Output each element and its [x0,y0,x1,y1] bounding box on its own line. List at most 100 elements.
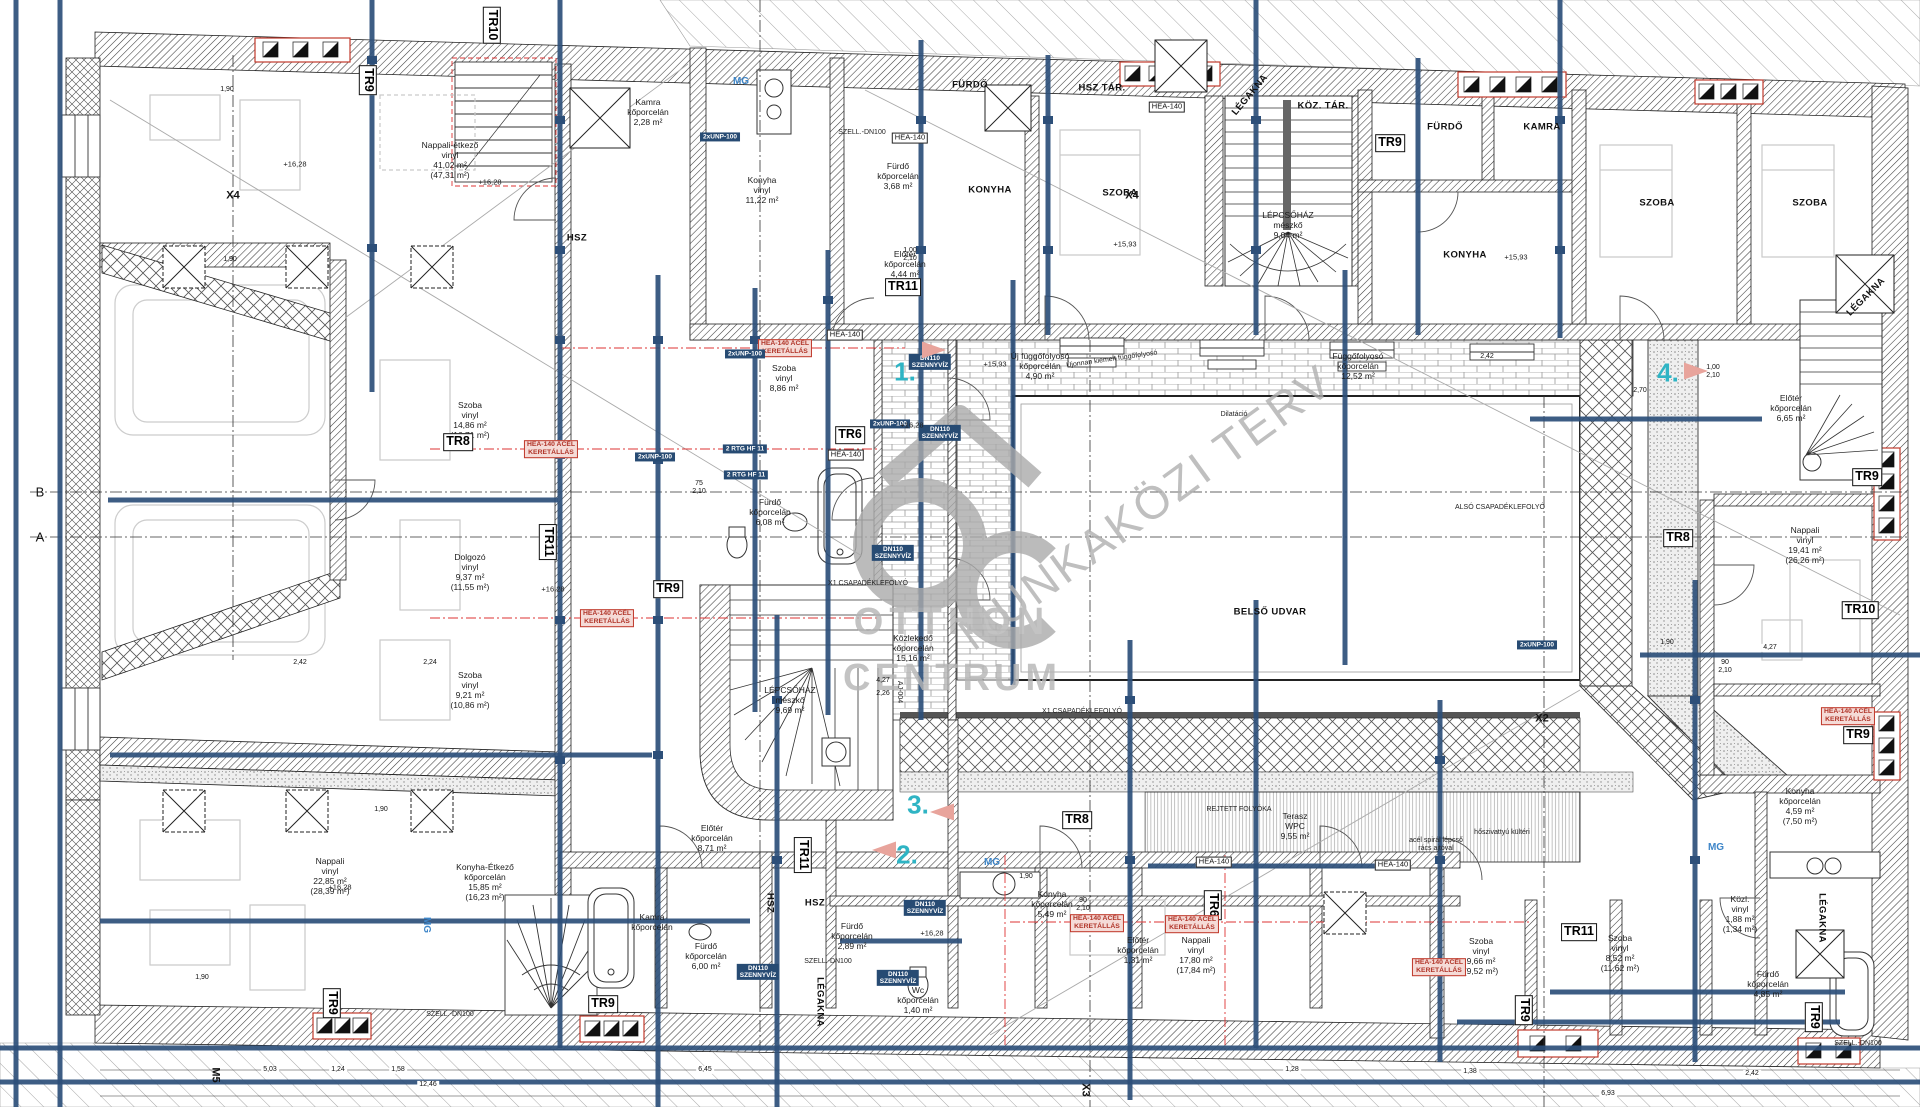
room-label: Új függőfolyosó kőporcelán 4,90 m² [1011,351,1070,381]
pipe-tag: DN110 SZENNYVÍZ [737,964,779,980]
tr-marker: TR9 [323,988,341,1018]
room-name-label: SZOBA [1639,197,1674,208]
pipe-tag: DN110 SZENNYVÍZ [919,425,961,441]
steel-frame-tag: HEA-140 ACÉL KERETÁLLÁS [524,440,578,458]
dimension-text: 75 2,10 [692,480,706,497]
room-name-label: LÉGAKNA [1844,275,1887,318]
dimension-text: 90 2,10 [1718,659,1732,676]
dimension-text: 1,00 2,10 [903,247,917,264]
level-mark: +16,28 [541,586,564,595]
room-label: Nappali vinyl 17,80 m² (17,84 m²) [1176,935,1215,975]
grid-label: X4 [226,190,239,203]
room-name-label: KONYHA [1443,249,1487,260]
dimension-text: 12,46 [417,1081,439,1089]
tr-marker: TR11 [885,278,921,296]
note-label: SZELL.-DN100 [1834,1040,1881,1048]
room-name-label: SZOBA [1792,197,1827,208]
steel-frame-tag: HEA-140 ACÉL KERETÁLLÁS [1070,914,1124,932]
room-label: Kamra kőporcelán 2,28 m² [627,97,669,127]
room-name-label: LÉGAKNA [814,977,825,1027]
steel-frame-tag: HEA-140 ACÉL KERETÁLLÁS [580,609,634,627]
unit-arrow-icon [872,842,896,859]
tr-marker: TR11 [794,837,812,873]
pipe-tag: 2xUNP-100 [635,452,675,461]
room-label: LÉPCSŐHÁZ mészkő 9,04 m² [1262,210,1314,240]
note-label: SZELL.-DN100 [804,958,851,966]
dimension-text: 1,00 2,10 [1706,364,1720,381]
beam-tag: HEA-140 [1375,860,1411,871]
tr-marker: TR9 [653,580,683,598]
level-mark: +16,28 [920,930,943,939]
dimension-text: 1,28 [1283,1066,1301,1074]
room-name-label: KÖZ. TÁR. [1297,100,1348,111]
grid-label: A [36,529,45,544]
note-label: acél spirál lépcső rács ajtóval [1409,837,1463,854]
mg-label: MG [1708,842,1724,854]
tr-marker: TR6 [835,426,865,444]
pipe-tag: 2xUNP-100 [725,349,765,358]
tr-marker: TR8 [443,433,473,451]
mg-label: MG [733,76,749,88]
unit-number: 2. [896,840,918,871]
grid-label: X2 [1535,713,1548,726]
dimension-text: 4,27 [876,677,890,685]
mg-label: MG [420,917,432,933]
room-name-label: KAMRA [1523,121,1560,132]
room-label: Kamra kőporcelán [631,912,673,932]
room-label: Fürdő kőporcelán 6,08 m² [749,497,791,527]
room-label: Szoba vinyl 8,86 m² [770,363,799,393]
room-label: Terasz WPC 9,55 m² [1281,811,1310,841]
note-label: AJ-004 [895,681,903,703]
grid-label: X4 [1125,190,1138,203]
tr-marker: TR8 [1663,529,1693,547]
room-name-label: HSZ TÁR. [1078,82,1125,93]
grid-label: M5 [209,1067,222,1082]
level-mark: +15,93 [983,361,1006,370]
dimension-text: 1,90 [195,974,209,982]
tr-marker: TR9 [1805,1002,1823,1032]
note-label: Dilatáció [1221,411,1248,419]
grid-label: X3 [1079,1083,1092,1096]
pipe-tag: DN110 SZENNYVÍZ [904,900,946,916]
pipe-tag: 2xUNP-100 [700,132,740,141]
dimension-text: 6,45 [696,1066,714,1074]
room-name-label: FÜRDŐ [1427,121,1463,132]
tr-marker: TR9 [1852,468,1882,486]
tr-marker: TR10 [483,7,501,44]
room-label: Fürdő kőporcelán 6,00 m² [685,941,727,971]
level-mark: +16,28 [328,884,351,893]
room-label: Dolgozó vinyl 9,37 m² (11,55 m²) [451,552,490,592]
dimension-text: 1,90 [1019,873,1033,881]
room-label: Wc kőporcelán 1,40 m² [897,985,939,1015]
note-label: SZELL.-DN100 [426,1011,473,1019]
room-label: Közl. vinyl 1,88 m² (1,34 m²) [1723,894,1757,934]
tr-marker: TR9 [1375,134,1405,152]
room-label: LÉPCSŐHÁZ mészkő 9,69 m² [764,685,816,715]
level-mark: +16,28 [900,422,923,431]
room-label: Szoba vinyl 9,21 m² (10,86 m²) [450,670,489,710]
beam-tag: HEA-140 [1196,857,1232,868]
dimension-text: 2,42 [1480,353,1494,361]
dimension-text: 6,93 [1599,1090,1617,1098]
beam-tag: HEA-140 [892,133,928,144]
room-label: Előtér kőporcelán 6,65 m² [1770,393,1812,423]
room-name-label: HSZ [805,897,825,908]
room-label: Konyha kőporcelán 5,49 m² [1031,889,1073,919]
room-label: Függőfolyosó kőporcelán 12,52 m² [1332,351,1383,381]
room-label: Szoba vinyl 9,66 m² (9,52 m²) [1464,936,1498,976]
tr-marker: TR9 [588,995,618,1013]
level-mark: +15,93 [1113,241,1136,250]
tr-marker: TR8 [1062,811,1092,829]
dimension-text: 4,27 [1761,644,1779,652]
beam-tag: HEA-140 [1149,102,1185,113]
room-name-label: LÉGAKNA [1230,72,1271,117]
steel-frame-tag: HEA-140 ACÉL KERETÁLLÁS [1412,958,1466,976]
room-name-label: HSZ [764,893,775,913]
room-name-label: FÜRDŐ [952,79,988,90]
dimension-text: 2,26 [876,690,890,698]
tr-marker: TR9 [1515,995,1533,1025]
dimension-text: 1,90 [374,806,388,814]
room-label: Nappali-étkező vinyl 41,02 m² (47,31 m²) [422,140,479,180]
level-mark: +15,93 [1504,254,1527,263]
tr-marker: TR10 [1842,601,1879,619]
